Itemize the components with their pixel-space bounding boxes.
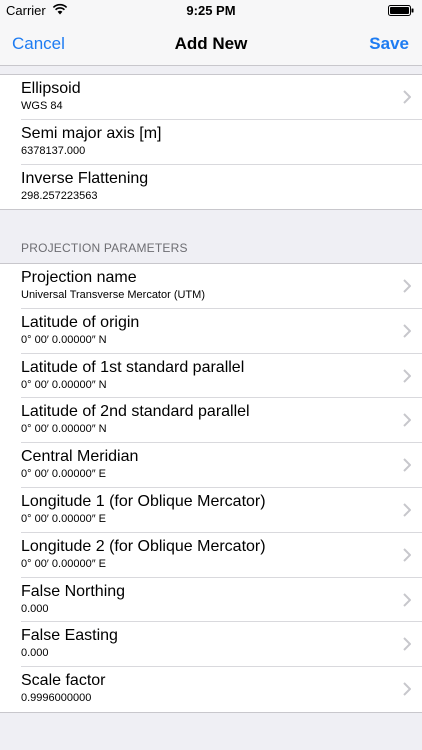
row-title: False Northing <box>21 582 126 600</box>
row-value: 0° 00′ 0.00000″ E <box>21 512 106 525</box>
row-title: Scale factor <box>21 672 106 690</box>
chevron-right-icon <box>403 413 411 428</box>
row-title: Latitude of origin <box>21 313 140 331</box>
row-latitude-of-2nd-standard-parallel[interactable]: Latitude of 2nd standard parallel 0° 00′ … <box>0 398 422 443</box>
row-title: False Easting <box>21 627 118 645</box>
chevron-right-icon <box>403 592 411 607</box>
row-false-easting[interactable]: False Easting 0.000 <box>0 622 422 667</box>
row-value: WGS 84 <box>21 100 63 112</box>
status-time: 9:25 PM <box>186 3 236 18</box>
row-title: Longitude 2 (for Oblique Mercator) <box>21 537 266 555</box>
row-scale-factor[interactable]: Scale factor 0.9996000000 <box>0 667 422 712</box>
chevron-right-icon <box>403 279 411 293</box>
chevron-right-icon <box>403 90 411 104</box>
row-value: 6378137.000 <box>21 144 86 157</box>
row-longitude-1-for-oblique-mercator[interactable]: Longitude 1 (for Oblique Mercator) 0° 00′… <box>0 488 422 533</box>
row-semi-major-axis-m: Semi major axis [m] 6378137.000 <box>0 120 422 165</box>
row-inverse-flattening: Inverse Flattening 298.257223563 <box>0 165 422 210</box>
battery-icon <box>388 5 414 16</box>
row-central-meridian[interactable]: Central Meridian 0° 00′ 0.00000″ E <box>0 443 422 488</box>
row-value: 298.257223563 <box>21 189 98 202</box>
row-value: 0.9996000000 <box>21 692 92 705</box>
row-value: 0° 00′ 0.00000″ N <box>21 378 107 391</box>
row-value: 0.000 <box>21 647 49 660</box>
row-projection-name[interactable]: Projection name Universal Transverse Merc… <box>0 264 422 309</box>
row-value: 0° 00′ 0.00000″ N <box>21 333 107 346</box>
row-false-northing[interactable]: False Northing 0.000 <box>0 578 422 623</box>
row-value: 0.000 <box>21 602 49 615</box>
row-longitude-2-for-oblique-mercator[interactable]: Longitude 2 (for Oblique Mercator) 0° 00′… <box>0 533 422 578</box>
save-button[interactable]: Save <box>369 34 409 54</box>
row-latitude-of-origin[interactable]: Latitude of origin 0° 00′ 0.00000″ N <box>0 309 422 354</box>
row-ellipsoid[interactable]: Ellipsoid WGS 84 <box>0 75 422 120</box>
chevron-right-icon <box>403 637 411 652</box>
chevron-right-icon <box>403 324 411 338</box>
row-title: Inverse Flattening <box>21 169 149 187</box>
chevron-right-icon <box>403 682 411 696</box>
status-bar: Carrier 9:25 PM <box>0 0 422 22</box>
row-value: 0° 00′ 0.00000″ E <box>21 557 106 570</box>
row-title: Semi major axis [m] <box>21 124 162 142</box>
chevron-right-icon <box>403 503 411 517</box>
ellipsoid-section: Ellipsoid WGS 84 Semi major axis [m] 637813… <box>0 74 422 211</box>
row-value: 0° 00′ 0.00000″ E <box>21 468 106 481</box>
row-value: Universal Transverse Mercator (UTM) <box>21 289 205 301</box>
row-value: 0° 00′ 0.00000″ N <box>21 423 107 436</box>
projection-parameters-section: Projection name Universal Transverse Merc… <box>0 263 422 713</box>
chevron-right-icon <box>403 458 411 472</box>
row-title: Central Meridian <box>21 448 139 466</box>
chevron-right-icon <box>403 548 411 562</box>
row-title: Longitude 1 (for Oblique Mercator) <box>21 492 266 510</box>
row-title: Projection name <box>21 269 137 286</box>
section-header-projection-parameters: PROJECTION PARAMETERS <box>21 241 188 255</box>
page-title: Add New <box>174 34 248 53</box>
navigation-bar: Cancel Add New Save <box>0 22 422 66</box>
row-title: Latitude of 1st standard parallel <box>21 358 245 376</box>
chevron-right-icon <box>403 368 411 383</box>
row-latitude-of-1st-standard-parallel[interactable]: Latitude of 1st standard parallel 0° 00′ … <box>0 354 422 399</box>
row-title: Latitude of 2nd standard parallel <box>21 403 250 421</box>
row-title: Ellipsoid <box>21 80 81 97</box>
